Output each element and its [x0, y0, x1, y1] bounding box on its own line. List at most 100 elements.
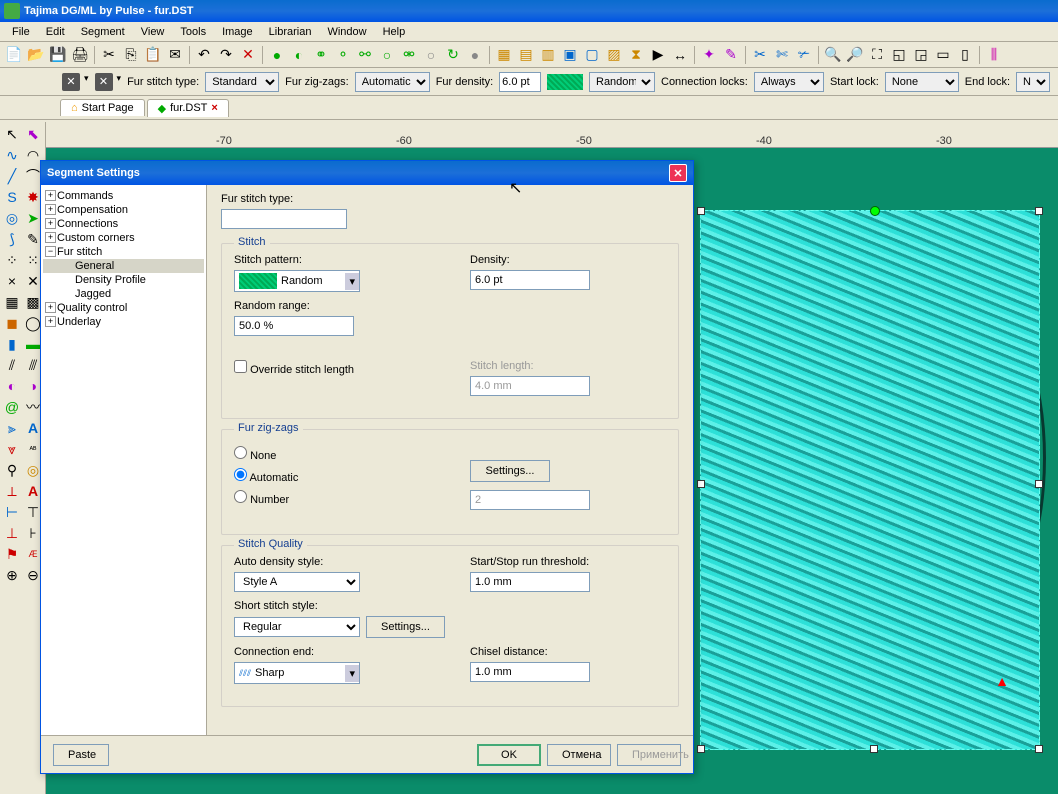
dots-icon[interactable]: ⁘ — [2, 250, 22, 270]
menu-tools[interactable]: Tools — [172, 24, 214, 40]
brush-icon[interactable]: ✎ — [721, 45, 741, 65]
layer3-icon[interactable]: ▥ — [538, 45, 558, 65]
redo-icon[interactable]: ↷ — [216, 45, 236, 65]
resize-handle-e[interactable] — [1035, 480, 1043, 488]
random-range-input[interactable] — [234, 316, 354, 336]
scissors2-icon[interactable]: ✄ — [772, 45, 792, 65]
menu-window[interactable]: Window — [319, 24, 374, 40]
sq-icon[interactable]: ◼ — [2, 313, 22, 333]
fur-density-input[interactable] — [499, 72, 541, 92]
tree-density-profile[interactable]: Density Profile — [43, 273, 204, 287]
override-checkbox-label[interactable]: Override stitch length — [234, 360, 430, 376]
link1-icon[interactable]: ⚭ — [311, 45, 331, 65]
grid1-icon[interactable]: ▦ — [2, 292, 22, 312]
copy-icon[interactable]: ⎘ — [121, 45, 141, 65]
rb-icon[interactable]: ◐ — [2, 376, 22, 396]
scissors1-icon[interactable]: ✂ — [750, 45, 770, 65]
override-checkbox[interactable] — [234, 360, 247, 373]
tree-connections[interactable]: Connections — [43, 217, 204, 231]
link2-icon[interactable]: ⚬ — [333, 45, 353, 65]
end-lock-select[interactable]: Non — [1016, 72, 1050, 92]
tab-close-icon[interactable]: × — [211, 102, 217, 114]
ring-icon[interactable]: ◎ — [2, 208, 22, 228]
menu-edit[interactable]: Edit — [38, 24, 73, 40]
misc1-icon[interactable]: ⊕ — [2, 565, 22, 585]
fill1-icon[interactable]: ▮ — [2, 334, 22, 354]
tree-jagged[interactable]: Jagged — [43, 287, 204, 301]
combo-arrow-icon[interactable]: ▾ — [345, 273, 359, 290]
chisel-input[interactable] — [470, 662, 590, 682]
zoom-out-icon[interactable]: 🔎 — [845, 45, 865, 65]
menu-image[interactable]: Image — [214, 24, 261, 40]
tree-commands[interactable]: Commands — [43, 189, 204, 203]
open-icon[interactable]: 📂 — [26, 45, 46, 65]
t3-icon[interactable]: ⊥ — [2, 523, 22, 543]
circle5-icon[interactable]: ● — [465, 45, 485, 65]
link3-icon[interactable]: ⚯ — [355, 45, 375, 65]
circle3-icon[interactable]: ○ — [377, 45, 397, 65]
circle4-icon[interactable]: ○ — [421, 45, 441, 65]
hourglass-icon[interactable]: ⧗ — [626, 45, 646, 65]
print-icon[interactable]: 🖨 — [70, 45, 90, 65]
emb-icon[interactable]: ⚲ — [2, 460, 22, 480]
pointer-icon[interactable]: ⬉ — [23, 124, 43, 144]
start-lock-select[interactable]: None — [885, 72, 959, 92]
tree-custom-corners[interactable]: Custom corners — [43, 231, 204, 245]
save-icon[interactable]: 💾 — [48, 45, 68, 65]
short-stitch-select[interactable]: Regular — [234, 617, 360, 637]
embroidery-object[interactable]: ▲ — [700, 210, 1040, 750]
curve-icon[interactable]: ⟆ — [2, 229, 22, 249]
select-tool-icon[interactable]: ↖ — [2, 124, 22, 144]
zz-number-label[interactable]: Number — [234, 490, 430, 506]
circle1-icon[interactable]: ● — [267, 45, 287, 65]
circle2-icon[interactable]: ◐ — [289, 45, 309, 65]
combo-arrow2-icon[interactable]: ▾ — [345, 665, 359, 682]
zoom-in-icon[interactable]: 🔍 — [823, 45, 843, 65]
link4-icon[interactable]: ⚮ — [399, 45, 419, 65]
zz-none-label[interactable]: None — [234, 446, 430, 462]
fur-zigzags-select[interactable]: Automatic — [355, 72, 430, 92]
fit-icon[interactable]: ⛶ — [867, 45, 887, 65]
needle-icon[interactable]: ⟂ — [2, 481, 22, 501]
menu-view[interactable]: View — [133, 24, 173, 40]
paste-icon[interactable]: 📋 — [143, 45, 163, 65]
ungroup-icon[interactable]: ▢ — [582, 45, 602, 65]
new-icon[interactable]: 📄 — [4, 45, 24, 65]
ok-button[interactable]: OK — [477, 744, 541, 766]
menu-librarian[interactable]: Librarian — [261, 24, 320, 40]
fur-stitch-type-select[interactable]: Standard — [205, 72, 279, 92]
resize-handle-sw[interactable] — [697, 745, 705, 753]
group-icon[interactable]: ▣ — [560, 45, 580, 65]
refresh-icon[interactable]: ↻ — [443, 45, 463, 65]
wand-icon[interactable]: ✦ — [699, 45, 719, 65]
rotate-handle[interactable] — [870, 206, 880, 216]
menu-segment[interactable]: Segment — [73, 24, 133, 40]
density-input[interactable] — [470, 270, 590, 290]
s-icon[interactable]: S — [2, 187, 22, 207]
scissors3-icon[interactable]: ✃ — [794, 45, 814, 65]
paste-button[interactable]: Paste — [53, 744, 109, 766]
flag-icon[interactable]: ⚑ — [2, 544, 22, 564]
menu-file[interactable]: File — [4, 24, 38, 40]
tree-compensation[interactable]: Compensation — [43, 203, 204, 217]
dialog-titlebar[interactable]: Segment Settings ✕ — [41, 161, 693, 185]
short-stitch-settings-button[interactable]: Settings... — [366, 616, 445, 638]
resize-handle-ne[interactable] — [1035, 207, 1043, 215]
zz-none-radio[interactable] — [234, 446, 247, 459]
zoom2-icon[interactable]: ◲ — [911, 45, 931, 65]
layer2-icon[interactable]: ▤ — [516, 45, 536, 65]
fur-stitch-type-combo[interactable]: Standard — [221, 209, 347, 229]
zz-auto-label[interactable]: Automatic — [234, 468, 430, 484]
cancel-button[interactable]: Отмена — [547, 744, 611, 766]
tree-quality-control[interactable]: Quality control — [43, 301, 204, 315]
zoom1-icon[interactable]: ◱ — [889, 45, 909, 65]
delete-icon[interactable]: ✕ — [238, 45, 258, 65]
auto-density-select[interactable]: Style A — [234, 572, 360, 592]
spiral-icon[interactable]: @ — [2, 397, 22, 417]
layer4-icon[interactable]: ▨ — [604, 45, 624, 65]
zigzag-settings-button[interactable]: Settings... — [470, 460, 550, 482]
cut-icon[interactable]: ✂ — [99, 45, 119, 65]
connection-locks-select[interactable]: Always — [754, 72, 824, 92]
vv-icon[interactable]: ⩔ — [2, 439, 22, 459]
tree-fur-stitch[interactable]: Fur stitch — [43, 245, 204, 259]
